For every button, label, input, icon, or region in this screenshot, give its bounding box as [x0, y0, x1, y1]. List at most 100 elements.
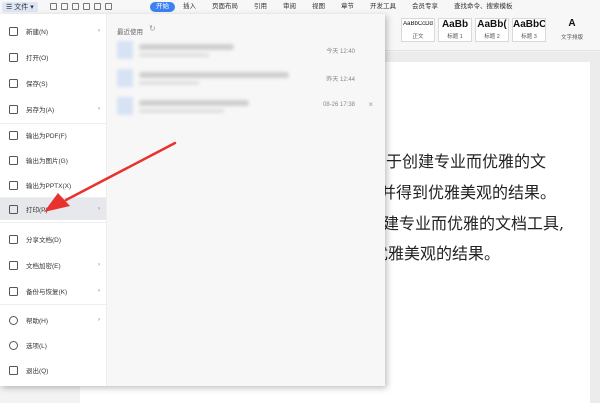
menu-divider — [0, 222, 106, 223]
blurred-file-path — [139, 109, 224, 113]
style-heading-2[interactable]: AaBb( 标题 2 — [475, 18, 509, 42]
chevron-down-icon: ▾ — [30, 4, 34, 11]
menu-item-backup[interactable]: 备份与恢复(K) › — [0, 280, 106, 302]
menu-item-options[interactable]: 选项(L) — [0, 334, 106, 356]
chevron-right-icon: › — [98, 317, 100, 323]
style-name: 标题 2 — [484, 34, 500, 40]
tab-home[interactable]: 开始 — [150, 2, 175, 12]
menu-item-label: 输出为PPTX(X) — [26, 183, 72, 190]
recent-file-time: 08-26 17:38 — [322, 102, 355, 108]
style-normal[interactable]: AaBbCcDd 正文 — [401, 18, 435, 42]
share-icon — [9, 234, 18, 244]
menu-item-label: 打印(P) — [26, 207, 48, 214]
quick-access-toolbar — [50, 3, 112, 10]
file-icon — [117, 69, 133, 87]
print-icon[interactable] — [72, 3, 79, 10]
document-line: 建专业而优雅的文档工具, — [383, 214, 565, 233]
menu-item-help[interactable]: 帮助(H) › — [0, 309, 106, 331]
preview-icon[interactable] — [83, 3, 90, 10]
text-layout-label: 文字排版 — [560, 35, 583, 41]
blurred-file-name — [139, 44, 234, 50]
recent-files-panel: 最近使用 ↻ 今天 12:40 昨天 12:44 08-26 17:38 × — [107, 14, 385, 386]
command-search[interactable]: 查找命令、搜索模板 — [446, 2, 521, 12]
recent-file-time: 今天 12:40 — [326, 49, 355, 55]
menu-item-export-pdf[interactable]: 输出为PDF(F) — [0, 124, 106, 146]
menu-item-open[interactable]: 打开(O) — [0, 46, 106, 68]
chevron-right-icon: › — [98, 288, 100, 294]
lock-icon — [9, 260, 18, 270]
file-menu-button[interactable]: ☰ 文件 ▾ — [2, 2, 38, 12]
recent-file-item[interactable]: 08-26 17:38 × — [117, 94, 379, 118]
new-icon — [9, 26, 18, 36]
menu-item-label: 输出为PDF(F) — [26, 133, 67, 140]
save-as-icon — [9, 104, 18, 114]
pdf-icon — [9, 130, 18, 140]
menu-item-label: 帮助(H) — [26, 318, 49, 325]
save-icon[interactable] — [50, 3, 57, 10]
text-layout-button[interactable]: A 文字排版 — [555, 18, 589, 42]
style-heading-3[interactable]: AaBbC( 标题 3 — [512, 18, 546, 42]
style-name: 标题 3 — [521, 34, 537, 40]
tab-insert[interactable]: 插入 — [175, 2, 204, 12]
menu-item-label: 新建(N) — [26, 29, 49, 36]
document-line: 用于创建专业而优雅的文 — [370, 152, 547, 171]
export-icon[interactable] — [61, 3, 68, 10]
chevron-right-icon: › — [98, 206, 100, 212]
menu-item-save-as[interactable]: 另存为(A) › — [0, 98, 106, 120]
style-heading-1[interactable]: AaBb 标题 1 — [438, 18, 472, 42]
pptx-icon — [9, 180, 18, 190]
menu-item-new[interactable]: 新建(N) › — [0, 20, 106, 42]
recent-file-item[interactable]: 今天 12:40 — [117, 38, 379, 62]
blurred-file-path — [139, 53, 209, 57]
file-menu-list: 新建(N) › 打开(O) 保存(S) 另存为(A) › 输出为PDF(F) 输… — [0, 14, 107, 386]
style-name: 标题 1 — [447, 34, 463, 40]
menu-item-export-image[interactable]: 输出为图片(G) — [0, 149, 106, 171]
tab-developer[interactable]: 开发工具 — [362, 2, 404, 12]
refresh-icon[interactable]: ↻ — [149, 24, 156, 33]
tab-view[interactable]: 视图 — [304, 2, 333, 12]
style-sample: AaBb( — [477, 19, 507, 30]
menu-item-label: 分享文档(D) — [26, 237, 62, 244]
file-icon — [117, 97, 133, 115]
menu-item-label: 退出(Q) — [26, 368, 49, 375]
help-icon — [9, 315, 18, 325]
blurred-file-path — [139, 81, 199, 85]
menu-item-label: 另存为(A) — [26, 107, 55, 114]
document-line: 优雅美观的结果。 — [372, 244, 501, 263]
file-icon — [117, 41, 133, 59]
save-icon — [9, 78, 18, 88]
menu-item-label: 输出为图片(G) — [26, 158, 68, 165]
recent-title: 最近使用 — [117, 29, 143, 36]
menu-item-encrypt[interactable]: 文档加密(E) › — [0, 254, 106, 276]
tab-page-layout[interactable]: 页面布局 — [204, 2, 246, 12]
menu-item-print[interactable]: 打印(P) › — [0, 198, 106, 220]
style-sample: AaBbC( — [513, 19, 545, 30]
close-icon[interactable]: × — [368, 100, 373, 109]
tab-references[interactable]: 引用 — [246, 2, 275, 12]
ribbon-tabs: 开始 插入 页面布局 引用 审阅 视图 章节 开发工具 会员专享 查找命令、搜索… — [150, 2, 521, 12]
chevron-right-icon: › — [98, 106, 100, 112]
recent-file-time: 昨天 12:44 — [326, 77, 355, 83]
file-menu-label: 文件 — [14, 4, 29, 11]
redo-icon[interactable] — [105, 3, 112, 10]
exit-icon — [9, 365, 18, 375]
styles-ribbon: AaBbCcDd 正文 AaBb 标题 1 AaBb( 标题 2 AaBbC( … — [385, 14, 600, 51]
image-icon — [9, 155, 18, 165]
backup-icon — [9, 286, 18, 296]
menu-item-label: 备份与恢复(K) — [26, 289, 68, 296]
menu-item-exit[interactable]: 退出(Q) — [0, 359, 106, 381]
tab-review[interactable]: 审阅 — [275, 2, 304, 12]
menu-item-label: 打开(O) — [26, 55, 49, 62]
tab-member[interactable]: 会员专享 — [404, 2, 446, 12]
recent-file-item[interactable]: 昨天 12:44 — [117, 66, 379, 90]
style-name: 正文 — [412, 34, 424, 40]
menu-item-share[interactable]: 分享文档(D) — [0, 228, 106, 250]
blurred-file-name — [139, 72, 289, 78]
chevron-right-icon: › — [98, 262, 100, 268]
undo-icon[interactable] — [94, 3, 101, 10]
menu-item-save[interactable]: 保存(S) — [0, 72, 106, 94]
hamburger-icon: ☰ — [6, 4, 13, 11]
menu-item-export-pptx[interactable]: 输出为PPTX(X) — [0, 174, 106, 196]
menu-divider — [0, 304, 106, 305]
tab-section[interactable]: 章节 — [333, 2, 362, 12]
